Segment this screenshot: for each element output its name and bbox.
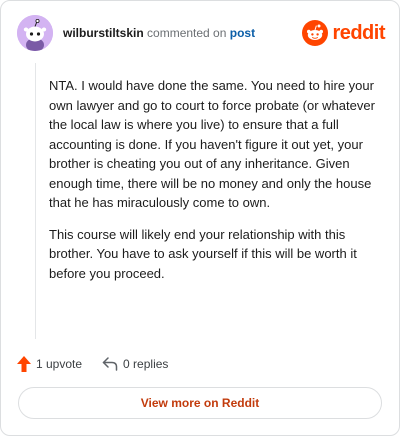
upvote-count: 1 upvote: [36, 357, 83, 371]
comment-paragraph: This course will likely end your relatio…: [49, 226, 357, 281]
post-link[interactable]: post: [230, 26, 255, 40]
upvote-button[interactable]: 1 upvote: [17, 356, 82, 372]
comment-paragraph: NTA. I would have done the same. You nee…: [49, 78, 375, 210]
upvote-arrow-icon: [17, 356, 31, 372]
user-avatar[interactable]: [17, 15, 53, 51]
comment-body: NTA. I would have done the same. You nee…: [49, 76, 375, 295]
view-more-button[interactable]: View more on Reddit: [18, 387, 382, 419]
username-link[interactable]: wilburstiltskin: [63, 26, 144, 40]
replies-count: 0 replies: [123, 357, 169, 371]
snoo-avatar-icon: [17, 15, 53, 51]
reddit-brand[interactable]: reddit: [302, 19, 385, 47]
replies-button[interactable]: 0 replies: [102, 357, 168, 371]
comment-meta: wilburstiltskin commented on post: [63, 26, 255, 40]
commented-on-text: commented on: [147, 26, 227, 40]
reddit-wordmark: reddit: [332, 21, 385, 44]
thread-line: [35, 63, 36, 339]
comment-header: wilburstiltskin commented on post reddit: [17, 15, 385, 55]
reply-arrow-icon: [102, 357, 118, 371]
reddit-logo-icon: [302, 20, 329, 46]
comment-embed-card: wilburstiltskin commented on post reddit…: [0, 0, 400, 436]
comment-actions: 1 upvote 0 replies: [17, 353, 188, 375]
